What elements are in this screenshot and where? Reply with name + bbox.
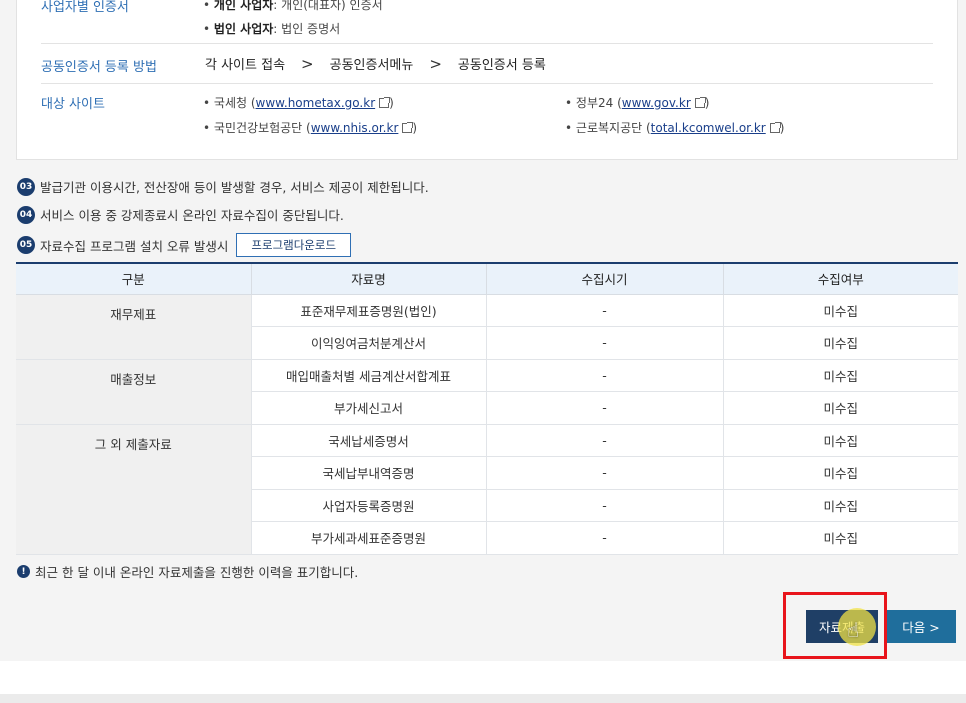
site-link[interactable]: www.nhis.or.kr [311,121,399,135]
external-link-icon[interactable] [769,122,781,133]
document-name-cell: 표준재무제표증명원(법인) [251,294,487,327]
info-icon: ! [17,565,30,578]
document-name-cell: 매입매출처별 세금계산서합계표 [251,359,487,392]
method-step: 공동인증서메뉴 [329,58,414,73]
collection-time-cell: - [486,456,724,490]
site-link[interactable]: www.gov.kr [622,96,691,110]
document-name-cell: 부가세과세표준증명원 [251,521,487,555]
collection-status-cell: 미수집 [723,294,958,327]
site-name: 정부24 [575,96,614,110]
notice-04: 04 서비스 이용 중 강제종료시 온라인 자료수집이 중단됩니다. [17,205,344,224]
corporate-cert-line: • 법인 사업자: 법인 증명서 [203,22,341,36]
notice-text: 발급기관 이용시간, 전산장애 등이 발생할 경우, 서비스 제공이 제한됩니다… [40,180,429,195]
collection-status-cell: 미수집 [723,359,958,392]
site-item: • 국세청 (www.hometax.go.kr) [203,96,394,110]
column-header: 수집여부 [723,262,958,295]
collection-status-cell: 미수집 [723,489,958,522]
notice-text: 서비스 이용 중 강제종료시 온라인 자료수집이 중단됩니다. [40,208,344,223]
site-link[interactable]: total.kcomwel.or.kr [651,121,766,135]
submit-data-button[interactable]: 자료제출 [806,610,878,643]
footnote-text: 최근 한 달 이내 온라인 자료제출을 진행한 이력을 표기합니다. [35,565,359,580]
site-item: • 국민건강보험공단 (www.nhis.or.kr) [203,121,418,135]
column-header: 구분 [16,262,252,295]
collection-status-cell: 미수집 [723,326,958,360]
site-item: • 정부24 (www.gov.kr) [565,96,710,110]
corporate-title: 법인 사업자 [213,22,274,36]
document-name-cell: 이익잉여금처분계산서 [251,326,487,360]
program-download-button[interactable]: 프로그램다운로드 [236,233,352,257]
collection-time-cell: - [486,326,724,360]
method-steps: 각 사이트 접속 > 공동인증서메뉴 > 공동인증서 등록 [205,54,546,74]
document-name-cell: 국세납부내역증명 [251,456,487,490]
site-item: • 근로복지공단 (total.kcomwel.or.kr) [565,121,785,135]
collection-time-cell: - [486,359,724,392]
collection-status-cell: 미수집 [723,456,958,490]
table-row: 매출정보 매입매출처별 세금계산서합계표 - 미수집 [16,359,958,425]
collection-time-cell: - [486,521,724,555]
info-box: 사업자별 인증서 • 개인 사업자: 개인(대표자) 인증서 • 법인 사업자:… [16,0,958,160]
collection-time-cell: - [486,391,724,425]
method-label: 공동인증서 등록 방법 [41,60,157,75]
number-badge-icon: 03 [17,177,35,196]
collection-time-cell: - [486,294,724,327]
category-cell: 그 외 제출자료 [16,424,252,555]
document-name-cell: 부가세신고서 [251,391,487,425]
external-link-icon[interactable] [379,97,391,108]
collection-time-cell: - [486,489,724,522]
footnote: ! 최근 한 달 이내 온라인 자료제출을 진행한 이력을 표기합니다. [17,562,358,581]
cert-label: 사업자별 인증서 [41,0,129,15]
notice-05: 05 자료수집 프로그램 설치 오류 발생시 프로그램다운로드 [17,233,352,257]
data-collection-table: 구분 자료명 수집시기 수집여부 재무제표 표준재무제표증명원(법인) - 미수… [16,262,958,555]
document-name-cell: 사업자등록증명원 [251,489,487,522]
collection-time-cell: - [486,424,724,457]
next-button[interactable]: 다음 > [886,610,956,643]
chevron-right-icon: > [429,54,442,73]
corporate-desc: : 법인 증명서 [273,22,341,36]
table-row: 그 외 제출자료 국세납세증명서 - 미수집 [16,424,958,555]
collection-status-cell: 미수집 [723,391,958,425]
number-badge-icon: 05 [17,236,35,254]
document-name-cell: 국세납세증명서 [251,424,487,457]
method-step: 각 사이트 접속 [205,58,286,73]
table-row: 재무제표 표준재무제표증명원(법인) - 미수집 [16,294,958,360]
external-link-icon[interactable] [694,97,706,108]
method-row: 공동인증서 등록 방법 각 사이트 접속 > 공동인증서메뉴 > 공동인증서 등… [41,44,933,84]
notice-text: 자료수집 프로그램 설치 오류 발생시 [40,238,229,254]
site-name: 국세청 [213,96,248,110]
individual-cert-line: • 개인 사업자: 개인(대표자) 인증서 [203,0,383,12]
site-name: 국민건강보험공단 [213,121,303,135]
page-footer-strip [0,694,966,703]
number-badge-icon: 04 [17,205,35,224]
cert-row: 사업자별 인증서 • 개인 사업자: 개인(대표자) 인증서 • 법인 사업자:… [41,0,933,44]
sites-row: 대상 사이트 • 국세청 (www.hometax.go.kr) • 정부24 … [41,84,933,154]
notice-03: 03 발급기관 이용시간, 전산장애 등이 발생할 경우, 서비스 제공이 제한… [17,177,429,196]
chevron-right-icon: > [301,54,314,73]
collection-status-cell: 미수집 [723,521,958,555]
sites-label: 대상 사이트 [41,97,105,112]
method-step: 공동인증서 등록 [457,58,546,73]
individual-desc: : 개인(대표자) 인증서 [273,0,383,12]
column-header: 자료명 [251,262,487,295]
collection-status-cell: 미수집 [723,424,958,457]
external-link-icon[interactable] [402,122,414,133]
category-cell: 재무제표 [16,294,252,360]
site-name: 근로복지공단 [575,121,643,135]
site-link[interactable]: www.hometax.go.kr [256,96,376,110]
table-header-row: 구분 자료명 수집시기 수집여부 [16,262,958,295]
column-header: 수집시기 [486,262,724,295]
individual-title: 개인 사업자 [213,0,274,12]
page-bottom-band [0,661,966,694]
category-cell: 매출정보 [16,359,252,425]
